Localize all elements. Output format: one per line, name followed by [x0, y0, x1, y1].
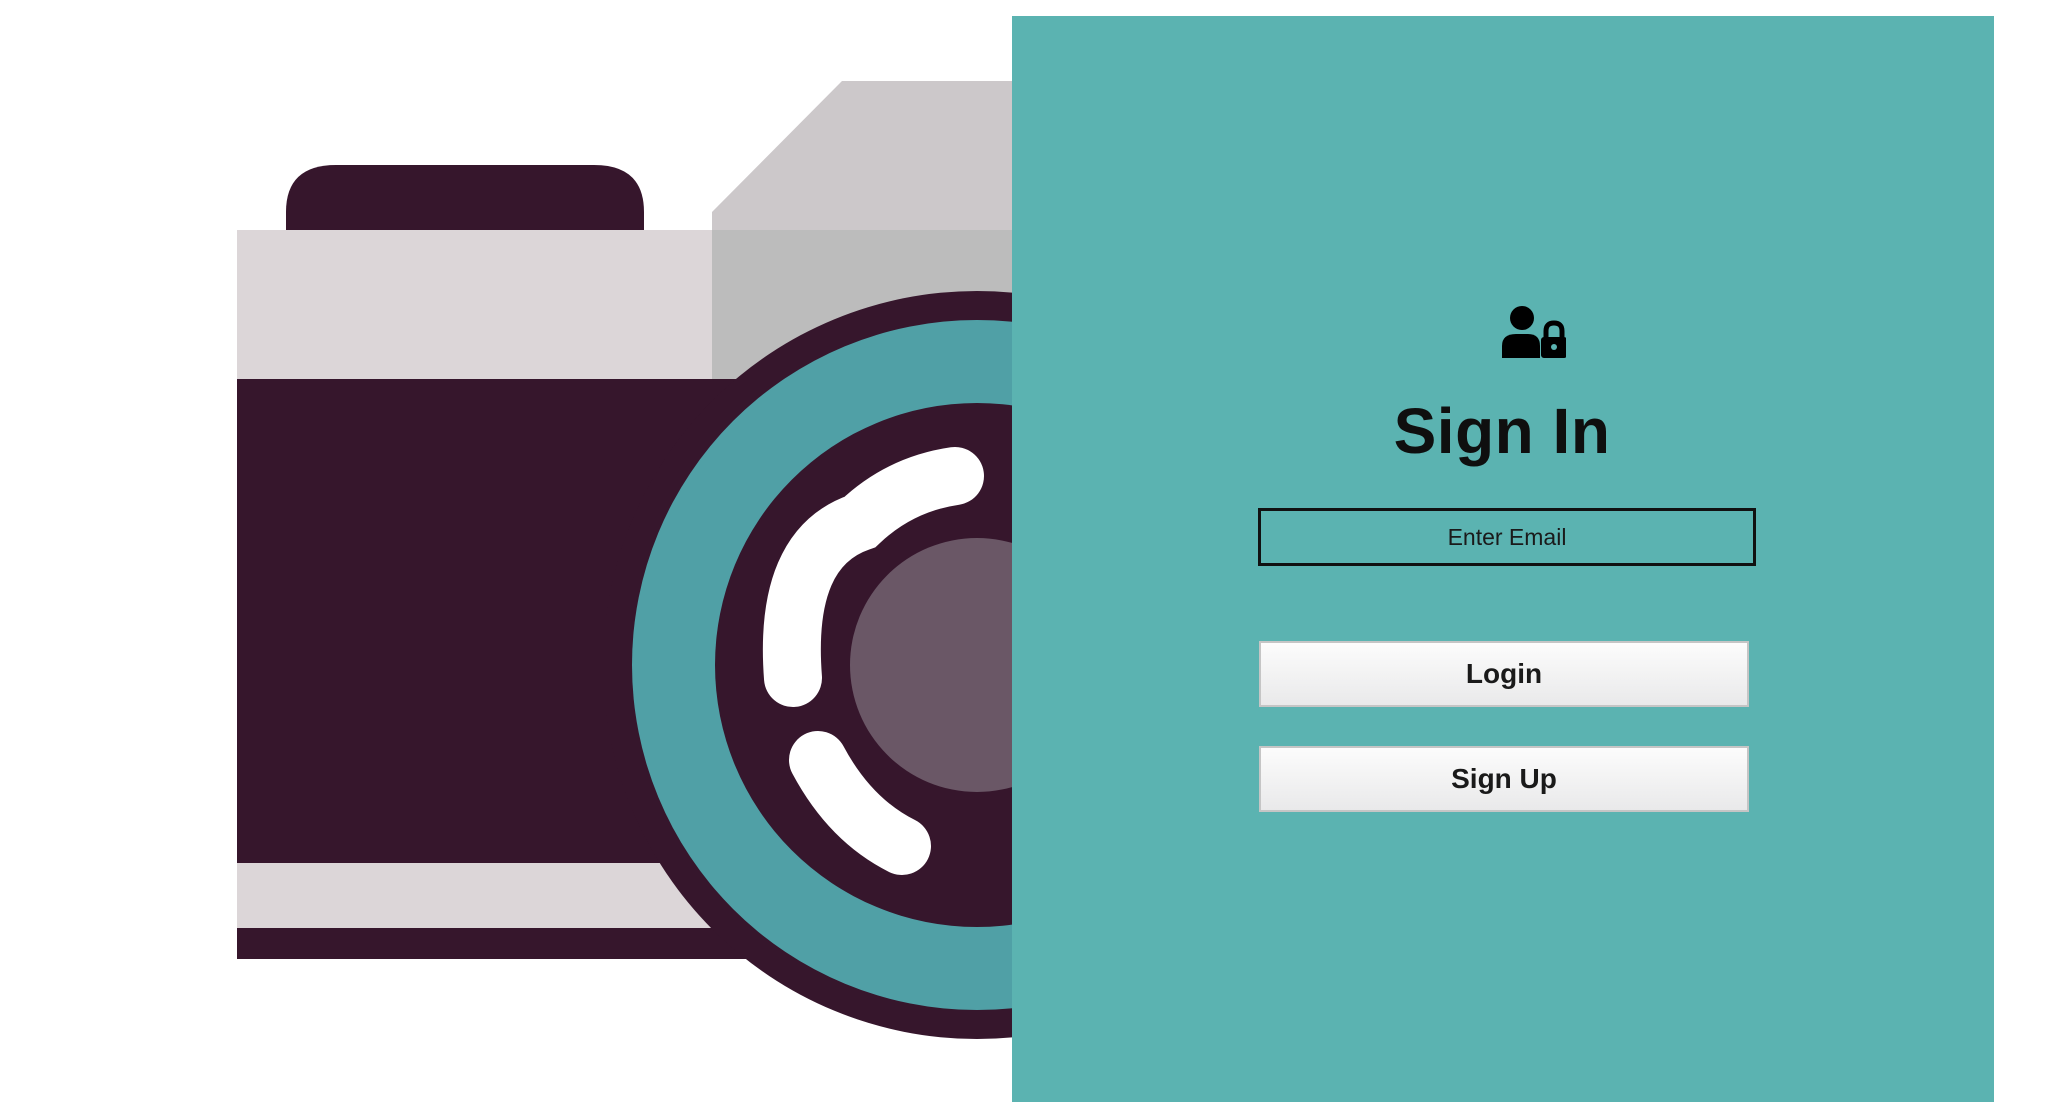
camera-illustration: [0, 0, 1012, 1118]
user-lock-icon: [1502, 306, 1566, 358]
camera-top-hump: [712, 81, 1012, 230]
camera-upper-body: [237, 230, 712, 379]
login-button[interactable]: Login: [1259, 641, 1749, 707]
email-field[interactable]: [1258, 508, 1756, 566]
camera-viewfinder: [286, 165, 644, 230]
sign-in-panel: Sign In Login Sign Up: [1012, 16, 1994, 1102]
page: Sign In Login Sign Up: [0, 0, 2054, 1118]
sign-up-button[interactable]: Sign Up: [1259, 746, 1749, 812]
camera-graphic: [237, 81, 1012, 1039]
page-title: Sign In: [1393, 395, 1611, 467]
